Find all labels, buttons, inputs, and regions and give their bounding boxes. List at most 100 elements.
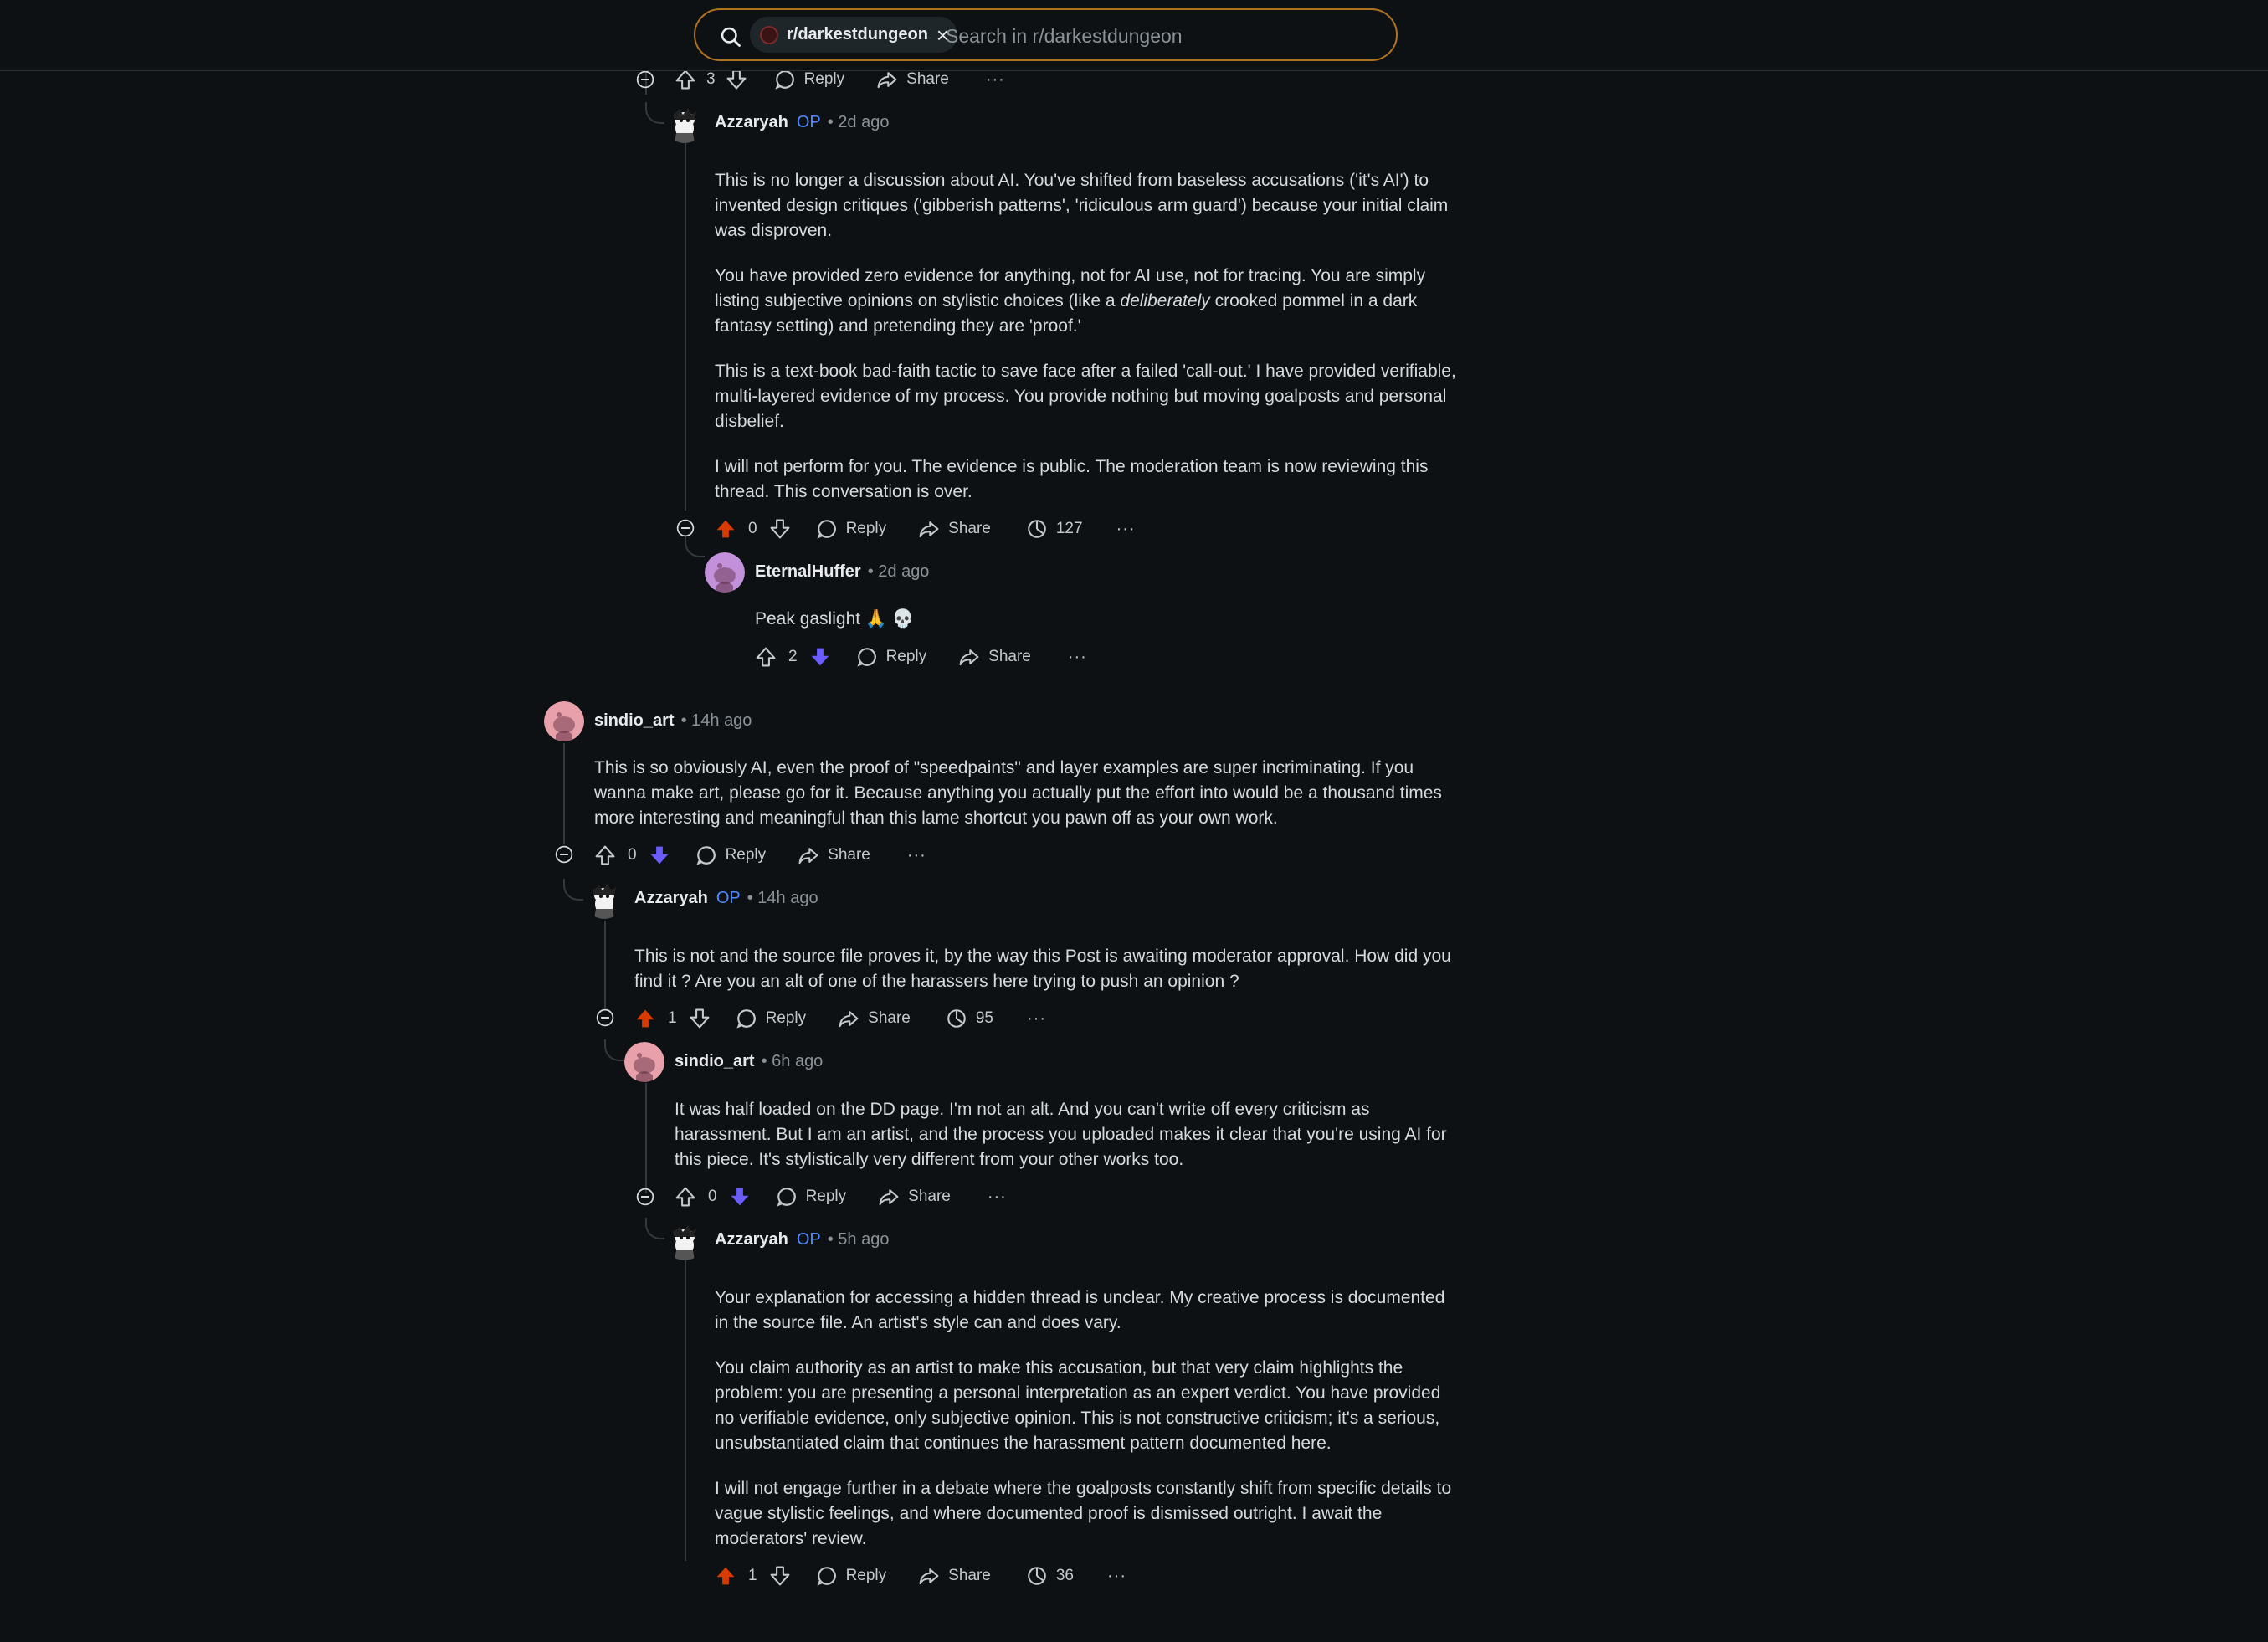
view-count: 95 (975, 1009, 993, 1027)
reply-button[interactable]: Reply (856, 646, 926, 668)
thread-line (563, 743, 565, 844)
reply-icon (695, 844, 717, 866)
comment-paragraph: You have provided zero evidence for anyt… (715, 264, 1460, 339)
avatar[interactable] (624, 1042, 664, 1082)
collapse-thread-icon[interactable] (555, 845, 573, 864)
upvote-icon[interactable] (755, 646, 777, 668)
timestamp[interactable]: • 6h ago (762, 1052, 824, 1070)
timestamp[interactable]: • 14h ago (681, 711, 752, 730)
comment-header: EternalHuffer • 2d ago (755, 562, 929, 582)
share-button[interactable]: Share (958, 646, 1031, 668)
collapse-thread-icon[interactable] (636, 70, 654, 89)
op-badge: OP (716, 889, 741, 907)
avatar[interactable] (664, 103, 705, 143)
timestamp[interactable]: • 5h ago (828, 1230, 890, 1249)
downvote-icon-active[interactable] (649, 844, 670, 866)
share-label: Share (948, 1567, 991, 1584)
downvote-icon-active[interactable] (729, 1186, 751, 1208)
more-options-icon[interactable]: ··· (988, 1188, 1007, 1207)
username[interactable]: sindio_art (594, 711, 675, 730)
share-label: Share (908, 1188, 951, 1205)
avatar[interactable] (544, 701, 584, 741)
comment-body: Your explanation for accessing a hidden … (715, 1285, 1460, 1572)
timestamp[interactable]: • 14h ago (747, 889, 818, 907)
username[interactable]: EternalHuffer (755, 562, 861, 581)
downvote-icon[interactable] (769, 1565, 791, 1587)
search-input[interactable] (944, 20, 1383, 52)
reply-button[interactable]: Reply (695, 844, 766, 866)
more-options-icon[interactable]: ··· (907, 846, 926, 865)
share-button[interactable]: Share (798, 844, 870, 866)
username[interactable]: Azzaryah (634, 889, 708, 907)
comment-header: sindio_art • 6h ago (675, 1052, 823, 1071)
more-options-icon[interactable]: ··· (1116, 520, 1136, 539)
vote-group: 1 (634, 1008, 711, 1029)
top-bar: r/darkestdungeon × (0, 0, 2268, 71)
vote-group: 1 (715, 1565, 791, 1587)
score: 0 (628, 846, 637, 864)
view-count: 127 (1055, 520, 1083, 537)
downvote-icon[interactable] (689, 1008, 711, 1029)
reply-button[interactable]: Reply (736, 1008, 806, 1029)
username[interactable]: Azzaryah (715, 1230, 788, 1249)
collapse-thread-icon[interactable] (676, 519, 695, 537)
views-icon (946, 1008, 967, 1029)
upvote-icon[interactable] (675, 1186, 696, 1208)
thread-line (604, 921, 606, 1008)
more-options-icon[interactable]: ··· (1027, 1009, 1046, 1029)
reply-button[interactable]: Reply (776, 1186, 846, 1208)
collapse-thread-icon[interactable] (596, 1008, 614, 1027)
comment-actions: 1 Reply Share 36 ··· (715, 1561, 1126, 1591)
search-bar[interactable]: r/darkestdungeon × (694, 8, 1398, 61)
share-label: Share (868, 1009, 911, 1027)
upvote-icon-active[interactable] (715, 1565, 736, 1587)
comment-paragraph: I will not perform for you. The evidence… (715, 457, 1429, 501)
score: 0 (748, 520, 757, 537)
more-options-icon[interactable]: ··· (1107, 1567, 1126, 1586)
share-icon (798, 844, 819, 866)
share-icon (918, 1565, 940, 1587)
comment-body: It was half loaded on the DD page. I'm n… (675, 1097, 1461, 1193)
upvote-icon[interactable] (675, 69, 696, 90)
reply-icon (816, 1565, 838, 1587)
reply-icon (856, 646, 878, 668)
downvote-icon[interactable] (726, 69, 747, 90)
avatar[interactable] (705, 552, 745, 593)
share-button[interactable]: Share (918, 518, 991, 540)
reply-button[interactable]: Reply (816, 518, 886, 540)
op-badge: OP (796, 1230, 821, 1249)
comment-paragraph: This is a text-book bad-faith tactic to … (715, 362, 1456, 431)
score: 3 (706, 70, 716, 88)
views-indicator[interactable]: 127 (1026, 518, 1083, 540)
share-button[interactable]: Share (876, 69, 949, 90)
views-indicator[interactable]: 95 (946, 1008, 993, 1029)
comment-header: sindio_art • 14h ago (594, 711, 752, 731)
reply-button[interactable]: Reply (816, 1565, 886, 1587)
comment-body: This is no longer a discussion about AI.… (715, 168, 1460, 525)
share-icon (958, 646, 980, 668)
reply-button[interactable]: Reply (774, 69, 844, 90)
collapse-thread-icon[interactable] (636, 1188, 654, 1206)
share-icon (838, 1008, 859, 1029)
share-button[interactable]: Share (838, 1008, 911, 1029)
upvote-icon[interactable] (594, 844, 616, 866)
share-label: Share (906, 70, 949, 88)
timestamp[interactable]: • 2d ago (868, 562, 930, 581)
share-icon (918, 518, 940, 540)
downvote-icon[interactable] (769, 518, 791, 540)
avatar[interactable] (664, 1220, 705, 1260)
upvote-icon-active[interactable] (715, 518, 736, 540)
share-button[interactable]: Share (918, 1565, 991, 1587)
downvote-icon-active[interactable] (809, 646, 831, 668)
views-icon (1026, 1565, 1048, 1587)
subreddit-filter-chip[interactable]: r/darkestdungeon × (750, 17, 958, 53)
upvote-icon-active[interactable] (634, 1008, 656, 1029)
avatar[interactable] (584, 879, 624, 919)
share-button[interactable]: Share (878, 1186, 951, 1208)
more-options-icon[interactable]: ··· (986, 70, 1005, 90)
username[interactable]: sindio_art (675, 1052, 755, 1070)
timestamp[interactable]: • 2d ago (828, 113, 890, 131)
more-options-icon[interactable]: ··· (1068, 648, 1087, 667)
views-indicator[interactable]: 36 (1026, 1565, 1074, 1587)
username[interactable]: Azzaryah (715, 113, 788, 131)
